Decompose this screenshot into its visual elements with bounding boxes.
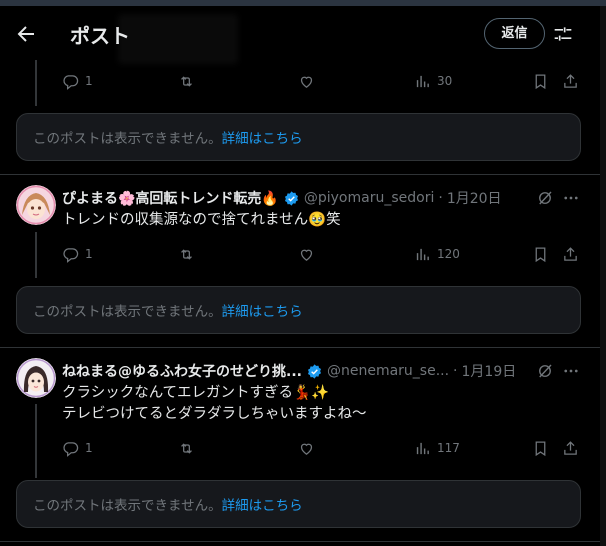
reply-action[interactable]: 1: [62, 244, 93, 264]
heart-icon: [300, 76, 313, 88]
verified-badge-icon: [284, 190, 298, 206]
repost-icon: [181, 442, 192, 454]
blurred-area: [118, 14, 238, 64]
post-header: ねねまる@ゆるふわ女子のせどり挑... @nenemaru_se... · 1月…: [62, 361, 582, 381]
unavailable-post-card: このポストは表示できません。 詳細はこちら: [16, 113, 581, 161]
post-text: トレンドの収集源なので捨てれません🥹笑: [62, 212, 341, 228]
display-name[interactable]: ぴよまる🌸高回転トレンド転売🔥: [62, 188, 279, 208]
grok-icon[interactable]: [536, 189, 554, 207]
share-icon: [564, 73, 577, 88]
like-action[interactable]: [298, 244, 315, 264]
views-action[interactable]: 117: [414, 438, 460, 458]
display-name[interactable]: ねねまる@ゆるふわ女子のせどり挑...: [62, 361, 302, 381]
heart-icon: [300, 249, 313, 261]
separator-dot: ·: [438, 190, 443, 206]
reply-icon: [63, 247, 79, 263]
bookmark-action[interactable]: [532, 71, 549, 91]
share-action[interactable]: [562, 244, 579, 264]
views-action[interactable]: 30: [414, 71, 452, 91]
unavailable-post-card: このポストは表示できません。 詳細はこちら: [16, 286, 581, 334]
reply-count: 1: [85, 441, 93, 455]
page-title: ポスト: [70, 24, 130, 48]
divider: [0, 541, 600, 542]
bookmark-icon: [535, 440, 546, 456]
unavailable-post-card: このポストは表示できません。 詳細はこちら: [16, 480, 581, 528]
scrollbar[interactable]: [600, 6, 606, 546]
repost-action[interactable]: [178, 438, 195, 458]
separator-dot: ·: [453, 363, 458, 379]
avatar[interactable]: [16, 358, 56, 398]
heart-icon: [300, 443, 313, 455]
bookmark-action[interactable]: [532, 244, 549, 264]
share-action[interactable]: [562, 438, 579, 458]
user-handle[interactable]: @piyomaru_sedori: [304, 190, 434, 206]
more-options-icon[interactable]: [562, 189, 580, 207]
unavailable-text: このポストは表示できません。: [33, 131, 222, 147]
like-action[interactable]: [298, 438, 315, 458]
post-actions: 1 120: [62, 244, 592, 264]
thread-line: [35, 60, 37, 106]
post-date[interactable]: 1月19日: [462, 361, 517, 381]
view-count: 120: [437, 247, 460, 261]
share-icon: [564, 246, 577, 261]
reply-count: 1: [85, 74, 93, 88]
bookmark-icon: [535, 246, 546, 262]
reply-count: 1: [85, 247, 93, 261]
settings-sliders-icon[interactable]: [553, 24, 573, 44]
reply-action[interactable]: 1: [62, 71, 93, 91]
reply-button[interactable]: 返信: [484, 18, 545, 49]
user-handle[interactable]: @nenemaru_se...: [327, 363, 449, 379]
post-actions: 1 30: [62, 71, 592, 91]
repost-action[interactable]: [178, 244, 195, 264]
views-action[interactable]: 120: [414, 244, 460, 264]
details-link[interactable]: 詳細はこちら: [222, 494, 303, 514]
details-link[interactable]: 詳細はこちら: [222, 300, 303, 320]
reply-action[interactable]: 1: [62, 438, 93, 458]
more-options-icon[interactable]: [562, 362, 580, 380]
post-text-line-2: テレビつけてるとダラダラしちゃいますよね～: [62, 406, 367, 422]
avatar-image: [16, 185, 56, 225]
like-action[interactable]: [298, 71, 315, 91]
bookmark-icon: [535, 73, 546, 89]
views-bar-chart-icon: [416, 248, 429, 260]
reply-icon: [63, 441, 79, 457]
divider: [0, 174, 600, 175]
share-icon: [564, 440, 577, 455]
repost-icon: [181, 248, 192, 260]
divider: [0, 347, 600, 348]
views-bar-chart-icon: [416, 75, 429, 87]
post-header: ぴよまる🌸高回転トレンド転売🔥 @piyomaru_sedori · 1月20日: [62, 188, 582, 208]
post-date[interactable]: 1月20日: [447, 188, 502, 208]
share-action[interactable]: [562, 71, 579, 91]
details-link[interactable]: 詳細はこちら: [222, 127, 303, 147]
views-bar-chart-icon: [416, 442, 429, 454]
bookmark-action[interactable]: [532, 438, 549, 458]
page-header: ポスト 返信: [0, 6, 600, 64]
post-actions: 1 117: [62, 438, 592, 458]
view-count: 117: [437, 441, 460, 455]
grok-icon[interactable]: [536, 362, 554, 380]
view-count: 30: [437, 74, 453, 88]
verified-badge-icon: [307, 363, 321, 379]
thread-line: [35, 232, 37, 278]
repost-action[interactable]: [178, 71, 195, 91]
unavailable-text: このポストは表示できません。: [33, 304, 222, 320]
back-arrow-icon[interactable]: [14, 22, 38, 46]
avatar[interactable]: [16, 185, 56, 225]
thread-line: [35, 404, 37, 478]
unavailable-text: このポストは表示できません。: [33, 498, 222, 514]
avatar-image: [16, 358, 56, 398]
repost-icon: [181, 75, 192, 87]
reply-icon: [63, 74, 79, 90]
post-text-line-1: クラシックなんてエレガントすぎる💃✨: [62, 385, 330, 401]
